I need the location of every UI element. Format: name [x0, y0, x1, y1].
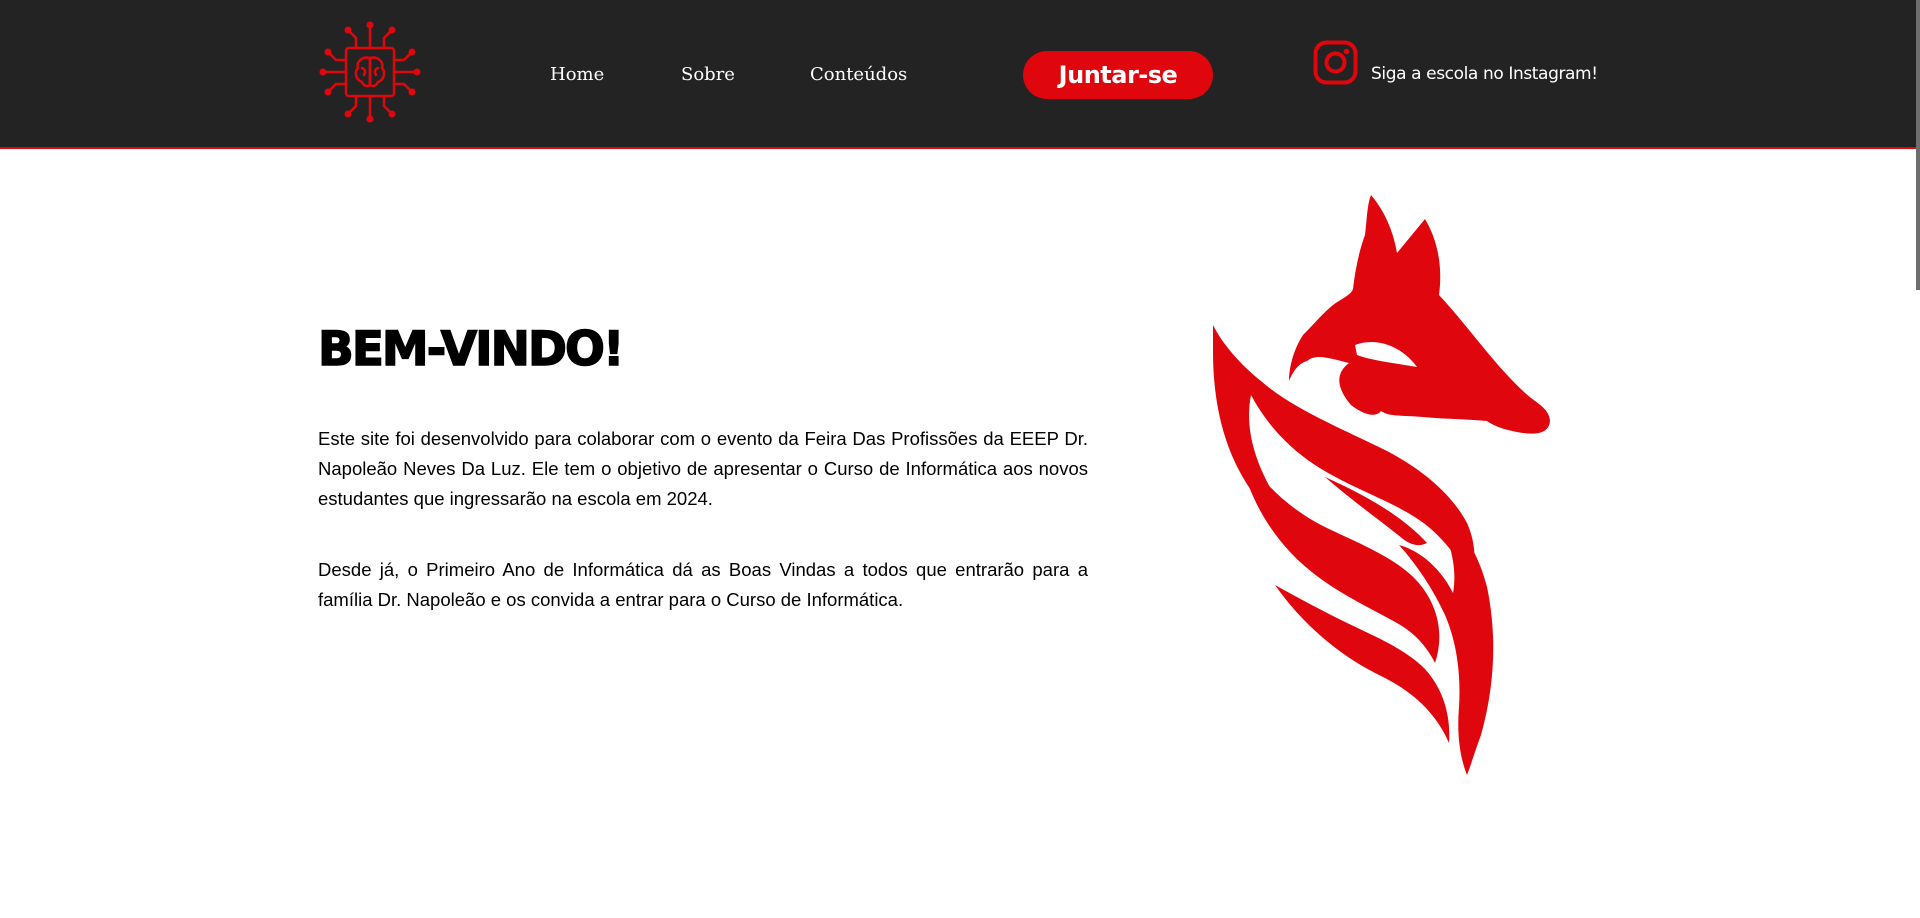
nav-conteudos[interactable]: Conteúdos	[810, 64, 907, 85]
scrollbar[interactable]	[1916, 0, 1920, 290]
welcome-paragraph: Desde já, o Primeiro Ano de Informática …	[318, 559, 1088, 610]
join-button[interactable]: Juntar-se	[1023, 51, 1213, 99]
fox-mascot-image	[1213, 195, 1550, 775]
instagram-icon[interactable]	[1313, 40, 1358, 85]
intro-paragraph: Este site foi desenvolvido para colabora…	[318, 428, 1088, 509]
site-header: Home Sobre Conteúdos Juntar-se Siga a es…	[0, 0, 1920, 149]
nav-sobre[interactable]: Sobre	[681, 64, 735, 85]
page-title: BEM-VINDO!	[317, 321, 625, 378]
nav-home[interactable]: Home	[550, 64, 604, 85]
circuit-brain-icon[interactable]	[318, 20, 422, 124]
instagram-link[interactable]: Siga a escola no Instagram!	[1371, 64, 1598, 84]
